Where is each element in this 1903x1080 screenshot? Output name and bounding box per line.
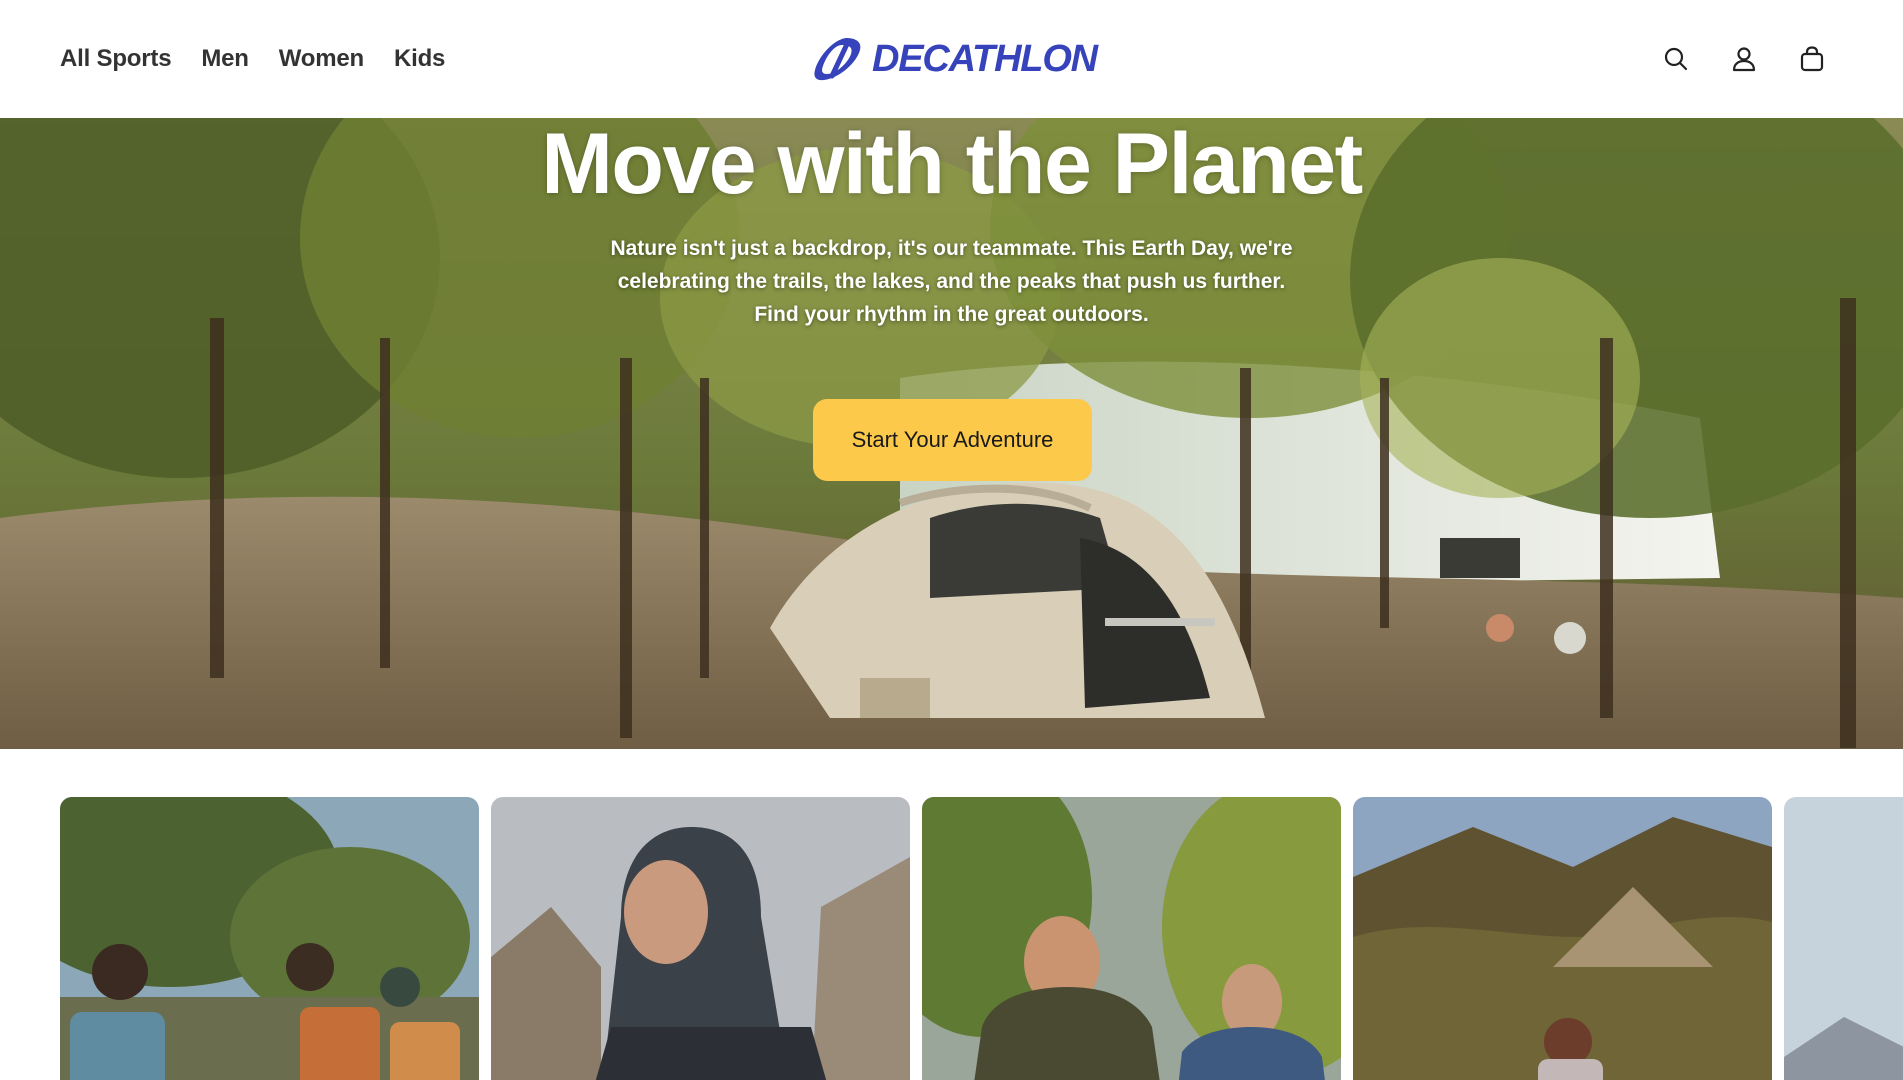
nav-women[interactable]: Women	[279, 45, 364, 73]
hero-banner: Move with the Planet Nature isn't just a…	[0, 118, 1903, 749]
nav-men[interactable]: Men	[201, 45, 249, 73]
header-actions	[1661, 0, 1827, 118]
hiker-in-mountain-valley-photo	[1353, 797, 1772, 1080]
hero-text-block: Move with the Planet Nature isn't just a…	[0, 118, 1903, 331]
start-adventure-button[interactable]: Start Your Adventure	[813, 399, 1092, 481]
nav-kids[interactable]: Kids	[394, 45, 445, 73]
logo-mark-icon	[814, 38, 861, 81]
search-icon	[1664, 47, 1688, 71]
snowy-mountain-photo	[1784, 797, 1903, 1080]
logo-text: DECATHLON	[872, 37, 1098, 80]
category-card[interactable]	[1353, 797, 1772, 1080]
site-header: All Sports Men Women Kids DECATHLON	[0, 0, 1903, 118]
category-card[interactable]	[922, 797, 1341, 1080]
category-card[interactable]	[1784, 797, 1903, 1080]
account-icon	[1732, 47, 1756, 72]
cart-icon	[1800, 46, 1824, 72]
main-nav: All Sports Men Women Kids	[60, 0, 445, 118]
hikers-with-backpacks-photo	[60, 797, 479, 1080]
cart-button[interactable]	[1797, 44, 1827, 74]
account-button[interactable]	[1729, 44, 1759, 74]
hero-title: Move with the Planet	[541, 118, 1363, 212]
nav-all-sports[interactable]: All Sports	[60, 45, 172, 73]
category-card[interactable]	[491, 797, 910, 1080]
search-button[interactable]	[1661, 44, 1691, 74]
hero-subtitle: Nature isn't just a backdrop, it's our t…	[610, 237, 1293, 326]
category-cards-carousel	[60, 797, 1903, 1080]
decathlon-logo[interactable]: DECATHLON	[812, 34, 1098, 84]
man-in-rain-jacket-photo	[491, 797, 910, 1080]
category-card[interactable]	[60, 797, 479, 1080]
two-hikers-in-forest-photo	[922, 797, 1341, 1080]
